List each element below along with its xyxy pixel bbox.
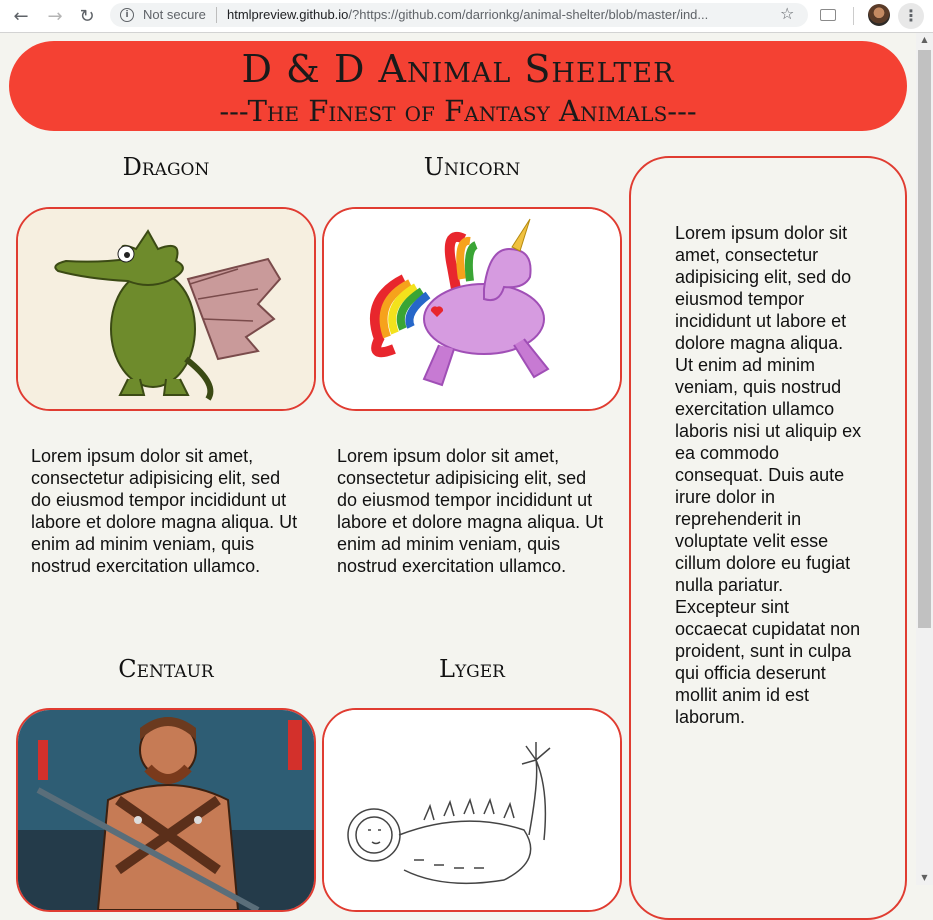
animal-title-centaur: Centaur bbox=[118, 655, 214, 683]
toolbar-divider bbox=[853, 7, 854, 25]
scroll-thumb[interactable] bbox=[918, 50, 931, 628]
address-divider bbox=[216, 7, 217, 23]
animal-description-dragon: Lorem ipsum dolor sit amet, consectetur … bbox=[31, 446, 298, 576]
info-icon[interactable]: i bbox=[120, 8, 134, 22]
reload-icon[interactable]: ↻ bbox=[74, 3, 100, 29]
sidebar-panel: Lorem ipsum dolor sit amet, consectetur … bbox=[629, 156, 907, 920]
animal-title-dragon: Dragon bbox=[122, 153, 210, 181]
site-header: D & D Animal Shelter ---The Finest of Fa… bbox=[9, 41, 907, 131]
browser-toolbar: ← → ↻ i Not secure htmlpreview.github.io… bbox=[0, 0, 933, 33]
more-menu-icon[interactable]: ⋮ bbox=[898, 3, 924, 29]
sidebar-text: Lorem ipsum dolor sit amet, consectetur … bbox=[675, 223, 862, 727]
site-subtitle: ---The Finest of Fantasy Animals--- bbox=[219, 94, 697, 128]
bookmark-star-icon[interactable]: ☆ bbox=[780, 4, 794, 23]
page-scrollbar[interactable]: ▲ ▼ bbox=[916, 33, 933, 885]
site-title: D & D Animal Shelter bbox=[241, 47, 675, 91]
cast-icon[interactable] bbox=[820, 9, 836, 21]
centaur-image bbox=[16, 708, 316, 912]
url-path: /?https://github.com/darrionkg/animal-sh… bbox=[348, 7, 709, 22]
lyger-image bbox=[322, 708, 622, 912]
animal-title-lyger: Lyger bbox=[439, 655, 505, 683]
scroll-down-arrow-icon[interactable]: ▼ bbox=[916, 871, 933, 885]
dragon-image bbox=[16, 207, 316, 411]
security-label[interactable]: Not secure bbox=[143, 7, 206, 22]
animal-description-unicorn: Lorem ipsum dolor sit amet, consectetur … bbox=[337, 446, 604, 576]
scroll-up-arrow-icon[interactable]: ▲ bbox=[916, 33, 933, 47]
url-host: htmlpreview.github.io bbox=[227, 7, 349, 22]
unicorn-image bbox=[322, 207, 622, 411]
url-text[interactable]: htmlpreview.github.io/?https://github.co… bbox=[227, 7, 772, 22]
animal-title-unicorn: Unicorn bbox=[423, 153, 521, 181]
back-arrow-icon[interactable]: ← bbox=[8, 3, 34, 29]
address-bar[interactable]: i Not secure htmlpreview.github.io/?http… bbox=[110, 3, 808, 27]
profile-avatar[interactable] bbox=[868, 4, 890, 26]
forward-arrow-icon[interactable]: → bbox=[42, 3, 68, 29]
